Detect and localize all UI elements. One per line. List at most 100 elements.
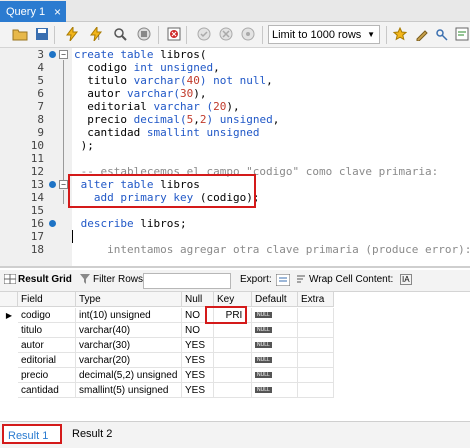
code-token: smallint unsigned — [146, 126, 260, 139]
code-token: ), — [193, 87, 207, 100]
cell-extra[interactable] — [298, 308, 334, 323]
cell-field[interactable]: cantidad — [18, 383, 76, 398]
cell-key[interactable] — [214, 353, 252, 368]
cell-key[interactable] — [214, 368, 252, 383]
limit-rows-select[interactable]: Limit to 1000 rows ▼ — [268, 25, 380, 44]
cell-key[interactable] — [214, 323, 252, 338]
filter-rows-input[interactable] — [143, 273, 231, 289]
limit-rows-value: Limit to 1000 rows — [272, 28, 362, 41]
filter-rows-label: Filter Rows: — [93, 274, 146, 285]
cell-extra[interactable] — [298, 338, 334, 353]
column-header[interactable]: Default — [252, 292, 298, 307]
table-row[interactable]: cantidad smallint(5) unsigned YES NULL — [0, 383, 340, 398]
cell-field[interactable]: precio — [18, 368, 76, 383]
table-row[interactable]: autor varchar(30) YES NULL — [0, 338, 340, 353]
cell-extra[interactable] — [298, 368, 334, 383]
cell-type[interactable]: varchar(20) — [76, 353, 182, 368]
cell-field[interactable]: editorial — [18, 353, 76, 368]
table-row[interactable]: titulo varchar(40) NO NULL — [0, 323, 340, 338]
fold-toggle-icon[interactable]: − — [59, 50, 68, 59]
stop-icon[interactable] — [136, 26, 152, 42]
code-line: cantidad smallint unsigned — [74, 126, 259, 139]
code-token: precio — [74, 113, 134, 126]
code-token: , — [193, 113, 200, 126]
cell-default[interactable]: NULL — [252, 383, 298, 398]
code-token: decimal( — [133, 113, 187, 126]
tab-result-2[interactable]: Result 2 — [68, 424, 112, 444]
autocommit-icon[interactable] — [240, 26, 256, 42]
cell-extra[interactable] — [298, 353, 334, 368]
column-header[interactable]: Field — [18, 292, 76, 307]
chevron-down-icon: ▼ — [367, 30, 375, 39]
cell-key[interactable] — [214, 338, 252, 353]
cell-default[interactable]: NULL — [252, 338, 298, 353]
beautify-icon[interactable] — [392, 26, 408, 42]
cell-null[interactable]: NO — [182, 323, 214, 338]
toggle-error-icon[interactable] — [166, 26, 182, 42]
code-token: cantidad — [74, 126, 147, 139]
code-line: autor varchar(30), — [74, 87, 206, 100]
line-number: 9 — [37, 126, 44, 139]
cell-type[interactable]: smallint(5) unsigned — [76, 383, 182, 398]
table-row[interactable]: precio decimal(5,2) unsigned YES NULL — [0, 368, 340, 383]
tab-query-1[interactable]: Query 1 × — [0, 1, 66, 22]
null-badge: NULL — [255, 327, 272, 334]
toolbar-separator — [54, 26, 55, 44]
wrap-cell-label: Wrap Cell Content: — [309, 274, 394, 285]
invisible-chars-icon[interactable] — [434, 26, 450, 42]
code-token: 20 — [213, 100, 227, 113]
cell-field[interactable]: autor — [18, 338, 76, 353]
cell-default[interactable]: NULL — [252, 368, 298, 383]
cell-type[interactable]: varchar(30) — [76, 338, 182, 353]
folder-open-icon[interactable] — [12, 26, 28, 42]
fold-toggle-icon[interactable]: − — [59, 180, 68, 189]
toolbar-separator — [158, 26, 159, 44]
cell-field[interactable]: titulo — [18, 323, 76, 338]
result-grid-button[interactable]: Result Grid — [18, 274, 72, 285]
toolbar-separator — [386, 26, 387, 44]
export-icon[interactable] — [275, 273, 291, 289]
tab-close-icon[interactable]: × — [54, 5, 61, 19]
code-line: ); — [74, 139, 94, 152]
toolbar-separator — [186, 26, 187, 44]
column-header[interactable]: Null — [182, 292, 214, 307]
wrap-cell-toggle[interactable]: IA — [400, 274, 412, 285]
save-icon[interactable] — [34, 26, 50, 42]
cell-key[interactable] — [214, 383, 252, 398]
cell-field[interactable]: codigo — [18, 308, 76, 323]
cell-null[interactable]: YES — [182, 368, 214, 383]
cell-extra[interactable] — [298, 383, 334, 398]
code-token: autor — [74, 87, 127, 100]
cell-default[interactable]: NULL — [252, 323, 298, 338]
rollback-icon[interactable] — [218, 26, 234, 42]
cell-extra[interactable] — [298, 323, 334, 338]
table-row[interactable]: editorial varchar(20) YES NULL — [0, 353, 340, 368]
execute-icon[interactable] — [64, 26, 80, 42]
panel-splitter[interactable] — [0, 266, 470, 268]
cell-null[interactable]: YES — [182, 338, 214, 353]
explain-icon[interactable] — [112, 26, 128, 42]
find-icon[interactable] — [414, 26, 430, 42]
tab-result-1[interactable]: Result 1 × — [2, 424, 62, 444]
column-header[interactable]: Key — [214, 292, 252, 307]
column-header[interactable]: Extra — [298, 292, 334, 307]
cell-default[interactable]: NULL — [252, 308, 298, 323]
cell-null[interactable]: YES — [182, 353, 214, 368]
cell-null[interactable]: YES — [182, 383, 214, 398]
cell-type[interactable]: int(10) unsigned — [76, 308, 182, 323]
cell-default[interactable]: NULL — [252, 353, 298, 368]
table-row[interactable]: ▶ codigo int(10) unsigned NO PRI NULL — [0, 308, 340, 323]
sql-editor[interactable]: 3 4 5 6 7 8 9 10 11 12 13 14 15 16 17 18… — [0, 48, 470, 268]
cell-type[interactable]: varchar(40) — [76, 323, 182, 338]
commit-icon[interactable] — [196, 26, 212, 42]
statement-marker-icon — [49, 51, 56, 58]
svg-text:I: I — [98, 36, 100, 41]
wrap-icon[interactable] — [454, 26, 470, 42]
execute-current-icon[interactable]: I — [88, 26, 104, 42]
null-badge: NULL — [255, 312, 272, 319]
cell-type[interactable]: decimal(5,2) unsigned — [76, 368, 182, 383]
wrap-cell-icon — [296, 274, 306, 287]
tab-result-1-label: Result 1 — [8, 430, 49, 442]
code-line: titulo varchar(40) not null, — [74, 74, 272, 87]
column-header[interactable]: Type — [76, 292, 182, 307]
